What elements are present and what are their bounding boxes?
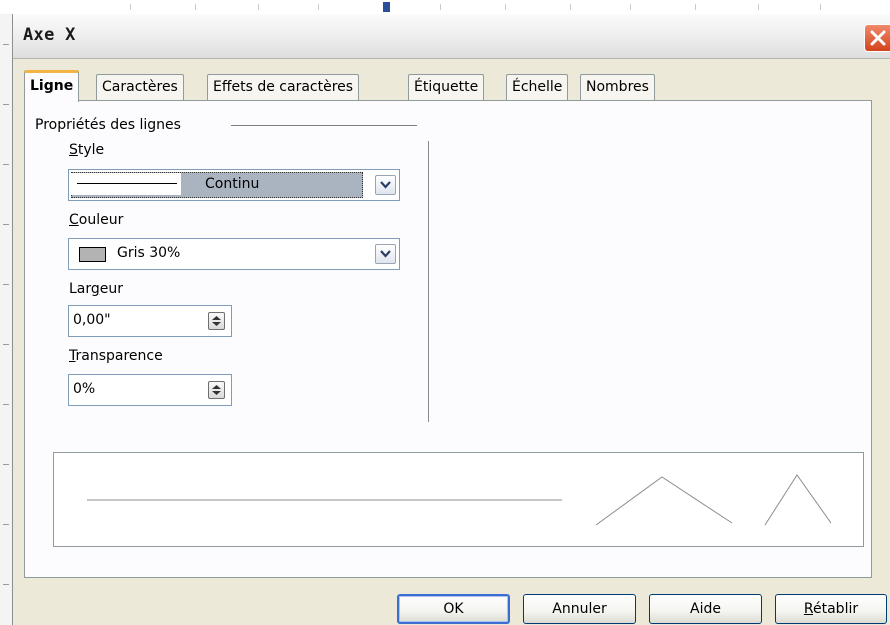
reset-button-label: établir	[813, 601, 859, 617]
color-swatch-icon	[79, 247, 106, 262]
ruler-tick	[3, 104, 9, 105]
line-style-select[interactable]: Continu	[68, 169, 400, 201]
axis-dialog: Axe X Ligne Caractères Effets de caractè…	[12, 14, 890, 625]
ruler-tick	[505, 4, 506, 10]
tab-echelle[interactable]: Échelle	[506, 74, 569, 101]
help-button-label: Aide	[690, 601, 721, 617]
ruler-tick	[820, 4, 821, 10]
style-label: Style	[69, 142, 104, 158]
style-label-mnemonic: S	[69, 142, 78, 158]
line-width-value: 0,00"	[73, 312, 111, 328]
ok-button[interactable]: OK	[397, 594, 510, 624]
line-color-value: Gris 30%	[117, 245, 181, 261]
tab-label: Caractères	[102, 79, 178, 95]
ruler-tick	[3, 404, 9, 405]
help-button[interactable]: Aide	[649, 594, 762, 624]
ruler-tick	[3, 44, 9, 45]
title-bar[interactable]: Axe X	[13, 14, 890, 59]
vertical-separator	[428, 141, 429, 422]
tab-label: Échelle	[512, 79, 563, 95]
line-color-dropdown-button[interactable]	[375, 244, 396, 264]
group-label-line-properties: Propriétés des lignes	[35, 117, 181, 133]
ruler-tick	[195, 4, 196, 10]
line-width-input[interactable]: 0,00"	[68, 305, 232, 337]
ruler-tick	[570, 4, 571, 10]
ruler-tick	[3, 464, 9, 465]
ruler-tick	[318, 4, 319, 10]
reset-button[interactable]: Rétablir	[775, 594, 887, 624]
dialog-title: Axe X	[23, 25, 76, 45]
tab-etiquette[interactable]: Étiquette	[408, 74, 485, 101]
width-label-text: Lar	[69, 281, 91, 297]
ruler-tick	[758, 4, 759, 10]
ruler-tick	[3, 344, 9, 345]
ruler-tick	[3, 284, 9, 285]
width-label-text: eur	[99, 281, 124, 297]
tab-label: Effets de caractères	[213, 79, 354, 95]
color-label-mnemonic: C	[69, 212, 79, 228]
tab-label: Nombres	[586, 79, 649, 95]
ruler-tick	[440, 4, 441, 10]
cancel-button[interactable]: Annuler	[523, 594, 636, 624]
tab-label: Ligne	[30, 78, 74, 94]
ruler-marker	[383, 2, 390, 12]
line-color-select[interactable]: Gris 30%	[68, 238, 400, 270]
color-label: Couleur	[69, 212, 123, 228]
ok-button-label: OK	[443, 601, 464, 617]
tab-nombres[interactable]: Nombres	[580, 74, 655, 101]
line-preview-area	[53, 452, 864, 547]
ruler-tick	[130, 4, 131, 10]
width-label: Largeur	[69, 281, 123, 297]
reset-button-mnemonic: R	[803, 601, 813, 617]
tab-caracteres[interactable]: Caractères	[96, 74, 184, 101]
line-transparency-value: 0%	[73, 381, 96, 397]
line-width-spin-button[interactable]	[208, 312, 225, 330]
line-style-preview-icon	[71, 173, 181, 195]
tab-effets-de-caracteres[interactable]: Effets de caractères	[207, 74, 360, 101]
tab-ligne[interactable]: Ligne	[24, 70, 80, 102]
tab-label: Étiquette	[414, 79, 479, 95]
style-label-text: tyle	[77, 142, 105, 158]
transparency-label-text: ransparence	[75, 348, 163, 364]
width-label-mnemonic: g	[90, 281, 100, 297]
line-style-value: Continu	[205, 176, 260, 192]
ruler-tick	[630, 4, 631, 10]
line-transparency-input[interactable]: 0%	[68, 374, 232, 406]
ruler-tick	[3, 524, 9, 525]
line-transparency-spin-button[interactable]	[208, 381, 225, 399]
group-divider	[231, 125, 417, 126]
ruler-tick	[258, 4, 259, 10]
transparency-label: Transparence	[69, 348, 163, 364]
line-style-dropdown-button[interactable]	[375, 175, 396, 195]
ruler-tick	[695, 4, 696, 10]
ruler-tick	[3, 164, 9, 165]
ruler-tick	[3, 224, 9, 225]
color-label-text: ouleur	[78, 212, 124, 228]
close-button[interactable]	[864, 24, 890, 52]
background-ruler	[0, 0, 890, 14]
line-preview-drawing	[87, 474, 832, 526]
cancel-button-label: Annuler	[552, 601, 607, 617]
ruler-tick	[3, 584, 9, 585]
